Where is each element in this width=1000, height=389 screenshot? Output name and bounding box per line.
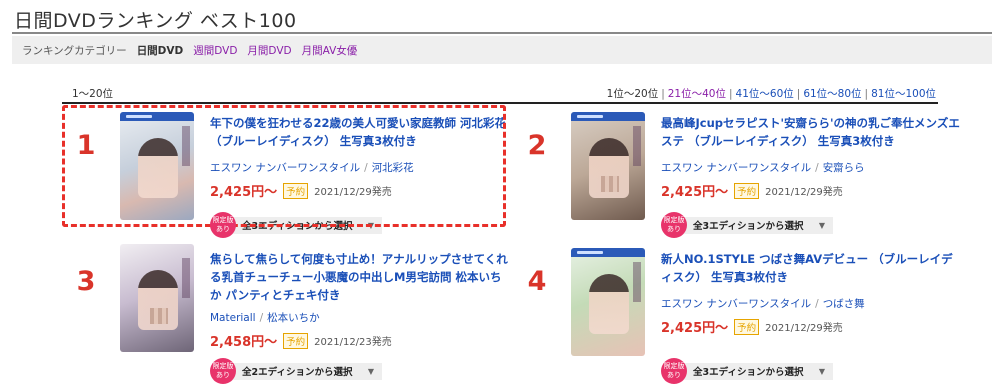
chevron-down-icon: ▼	[367, 366, 374, 376]
page-title: 日間DVDランキング ベスト100	[14, 10, 297, 32]
product-thumbnail[interactable]	[571, 112, 645, 220]
limited-edition-badge: 限定版 あり	[661, 212, 687, 238]
rank-number: 4	[527, 266, 547, 297]
release-date: 2021/12/23発売	[314, 337, 392, 348]
actress-link[interactable]: 安齋らら	[823, 162, 865, 174]
limited-edition-badge: 限定版 あり	[210, 212, 236, 238]
pager-sep: |	[661, 88, 665, 100]
price: 2,425円〜	[661, 185, 729, 200]
maker-sep: /	[259, 312, 264, 324]
list-divider	[62, 102, 938, 104]
maker-link[interactable]: Materiall	[210, 312, 256, 324]
category-current: 日間DVD	[136, 44, 184, 57]
cover-figure	[589, 274, 629, 334]
badge-text: あり	[216, 225, 230, 233]
pager-1-20: 1位〜20位	[606, 88, 659, 100]
edition-select[interactable]: 全3エディションから選択 ▼	[683, 216, 833, 234]
rank-number: 3	[76, 266, 96, 297]
category-link-weekly-dvd[interactable]: 週間DVD	[193, 43, 237, 58]
pager-sep: |	[796, 88, 801, 100]
release-date: 2021/12/29発売	[765, 323, 843, 334]
maker-sep: /	[815, 162, 819, 174]
badge-text: あり	[667, 225, 681, 233]
badge-text: 限定版	[212, 216, 234, 224]
maker-link[interactable]: エスワン ナンバーワンスタイル	[661, 162, 811, 174]
pager-81-100[interactable]: 81位〜100位	[871, 88, 936, 100]
actress-link[interactable]: つばさ舞	[823, 298, 865, 310]
edition-select-label: 全3エディションから選択	[693, 221, 804, 232]
range-label: 1〜20位	[72, 88, 114, 100]
limited-edition-badge: 限定版 あり	[661, 358, 687, 384]
product-thumbnail[interactable]	[571, 248, 645, 356]
chevron-down-icon: ▼	[818, 366, 825, 376]
pager-41-60[interactable]: 41位〜60位	[736, 88, 794, 100]
edition-select[interactable]: 全2エディションから選択 ▼	[232, 362, 382, 380]
category-link-monthly-actress[interactable]: 月間AV女優	[302, 43, 358, 58]
ranking-item-4: 4 新人NO.1STYLE つばさ舞AVデビュー （ブルーレイディスク） 生写真…	[519, 248, 953, 384]
title-divider	[12, 32, 992, 34]
badge-text: 限定版	[663, 216, 685, 224]
rank-number: 2	[527, 130, 547, 161]
edition-select[interactable]: 全3エディションから選択 ▼	[683, 362, 833, 380]
edition-selector: 限定版 あり 全2エディションから選択 ▼	[210, 358, 382, 384]
badge-text: あり	[667, 371, 681, 379]
category-label: ランキングカテゴリー	[22, 44, 127, 57]
badge-text: あり	[216, 371, 230, 379]
cover-mosaic	[150, 308, 168, 324]
price-line: 2,458円〜 予約 2021/12/23発売	[210, 331, 510, 350]
highlight-annotation-box	[62, 105, 506, 227]
price: 2,425円〜	[661, 321, 729, 336]
product-title-link[interactable]: 最高峰Jcupセラピスト'安齋らら'の神の乳ご奉仕メンズエステ （ブルーレイディ…	[661, 114, 961, 150]
badge-text: 限定版	[663, 362, 685, 370]
maker-line: Materiall / 松本いちか	[210, 310, 510, 325]
preorder-badge: 予約	[734, 318, 760, 335]
cover-title-strip	[633, 262, 641, 302]
maker-line: エスワン ナンバーワンスタイル / 安齋らら	[661, 160, 961, 175]
cover-title-strip	[182, 258, 190, 298]
product-title-link[interactable]: 焦らして焦らして何度も寸止め！アナルリップさせてくれる乳首チューチュー小悪魔の中…	[210, 250, 510, 304]
category-bar: ランキングカテゴリー 日間DVD 週間DVD 月間DVD 月間AV女優	[12, 36, 992, 64]
release-date: 2021/12/29発売	[765, 187, 843, 198]
product-thumbnail[interactable]	[120, 244, 194, 352]
preorder-badge: 予約	[283, 332, 309, 349]
pager-sep: |	[728, 88, 733, 100]
category-link-monthly-dvd[interactable]: 月間DVD	[247, 43, 291, 58]
item-info: 最高峰Jcupセラピスト'安齋らら'の神の乳ご奉仕メンズエステ （ブルーレイディ…	[661, 114, 961, 200]
item-info: 焦らして焦らして何度も寸止め！アナルリップさせてくれる乳首チューチュー小悪魔の中…	[210, 250, 510, 350]
edition-select-label: 全2エディションから選択	[242, 367, 353, 378]
maker-sep: /	[815, 298, 819, 310]
pager-21-40[interactable]: 21位〜40位	[668, 88, 726, 100]
ranking-item-2: 2 最高峰Jcupセラピスト'安齋らら'の神の乳ご奉仕メンズエステ （ブルーレイ…	[519, 112, 960, 238]
price: 2,458円〜	[210, 335, 278, 350]
preorder-badge: 予約	[734, 182, 760, 199]
edition-selector: 限定版 あり 全3エディションから選択 ▼	[661, 212, 833, 238]
cover-mosaic	[601, 176, 619, 192]
item-info: 新人NO.1STYLE つばさ舞AVデビュー （ブルーレイディスク） 生写真3枚…	[661, 250, 961, 336]
pager-sep: |	[864, 88, 869, 100]
ranking-item-3: 3 焦らして焦らして何度も寸止め！アナルリップさせてくれる乳首チューチュー小悪魔…	[68, 244, 508, 384]
bluray-logo	[571, 248, 645, 257]
actress-link[interactable]: 松本いちか	[267, 312, 320, 324]
maker-line: エスワン ナンバーワンスタイル / つばさ舞	[661, 296, 961, 311]
badge-text: 限定版	[212, 362, 234, 370]
maker-link[interactable]: エスワン ナンバーワンスタイル	[661, 298, 811, 310]
pager: 1位〜20位 | 21位〜40位 | 41位〜60位 | 61位〜80位 | 81位〜100位	[607, 86, 936, 101]
price-line: 2,425円〜 予約 2021/12/29発売	[661, 317, 961, 336]
edition-selector: 限定版 あり 全3エディションから選択 ▼	[661, 358, 833, 384]
pager-61-80[interactable]: 61位〜80位	[803, 88, 861, 100]
product-title-link[interactable]: 新人NO.1STYLE つばさ舞AVデビュー （ブルーレイディスク） 生写真3枚…	[661, 250, 961, 286]
bluray-logo	[571, 112, 645, 121]
edition-select-label: 全3エディションから選択	[693, 367, 804, 378]
limited-edition-badge: 限定版 あり	[210, 358, 236, 384]
cover-title-strip	[633, 126, 641, 166]
price-line: 2,425円〜 予約 2021/12/29発売	[661, 181, 961, 200]
chevron-down-icon: ▼	[818, 220, 825, 230]
